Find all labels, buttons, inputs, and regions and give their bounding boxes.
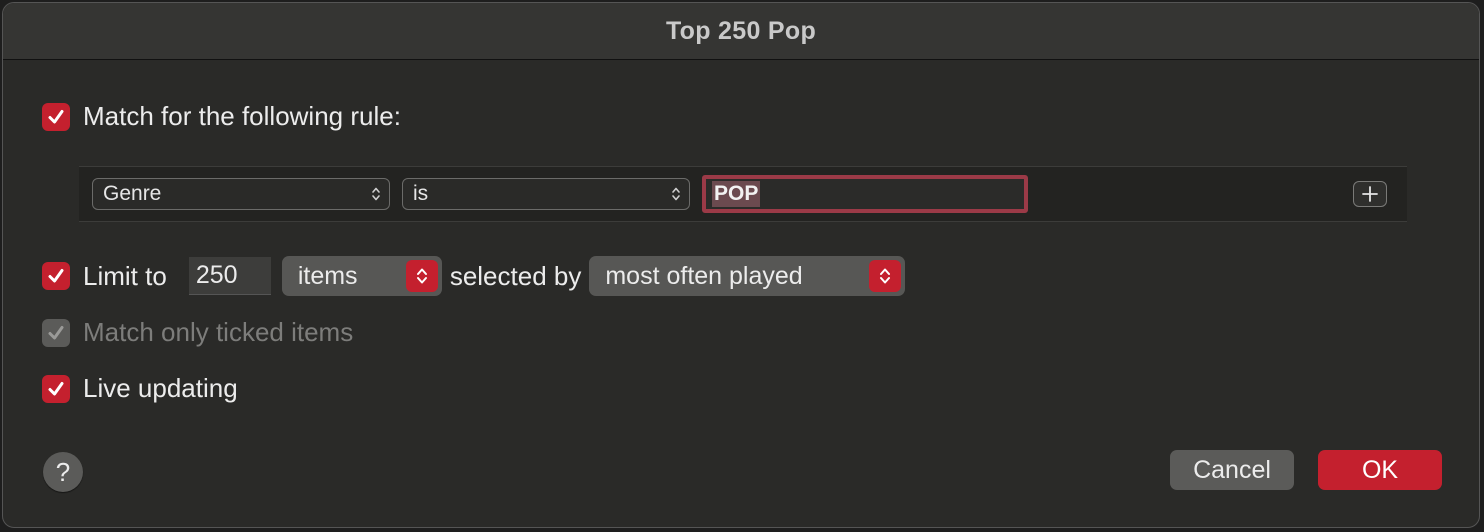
limit-label: Limit to (83, 260, 167, 291)
limit-checkbox[interactable] (42, 262, 70, 290)
rule-value-input[interactable]: POP (702, 175, 1028, 213)
ok-button[interactable]: OK (1318, 450, 1442, 490)
help-button[interactable]: ? (43, 452, 83, 492)
match-rule-row: Match for the following rule: (42, 101, 401, 132)
smart-playlist-dialog: Top 250 Pop Match for the following rule… (2, 2, 1480, 528)
live-updating-checkbox[interactable] (42, 374, 70, 403)
limit-unit-popup[interactable]: items (281, 256, 442, 296)
rule-operator-popup[interactable]: is (402, 178, 690, 210)
limit-row: Limit to 250 items selected by most ofte… (42, 256, 906, 296)
updown-chevron-icon (372, 187, 380, 201)
rule-field-popup[interactable]: Genre (92, 178, 390, 210)
selected-by-popup[interactable]: most often played (589, 256, 906, 296)
rule-value-text: POP (712, 181, 761, 207)
rule-row: Genre is POP (79, 166, 1407, 222)
limit-unit-value: items (297, 261, 358, 290)
selected-by-label: selected by (449, 260, 582, 291)
updown-stepper-icon (869, 260, 902, 292)
match-rule-checkbox[interactable] (42, 102, 70, 131)
checkmark-icon (48, 269, 64, 283)
add-rule-button[interactable] (1353, 181, 1387, 207)
checkmark-icon (48, 109, 64, 123)
match-ticked-label: Match only ticked items (83, 317, 354, 347)
live-updating-label: Live updating (83, 373, 238, 403)
match-ticked-checkbox[interactable] (42, 318, 70, 347)
title-bar: Top 250 Pop (3, 3, 1479, 60)
rule-operator-value: is (413, 182, 429, 205)
rule-field-value: Genre (103, 182, 162, 205)
selected-by-value: most often played (605, 261, 803, 290)
checkmark-icon (48, 325, 64, 339)
plus-icon (1362, 186, 1378, 202)
live-updating-row: Live updating (42, 373, 238, 404)
updown-stepper-icon (405, 260, 438, 292)
window-title: Top 250 Pop (665, 16, 817, 45)
limit-count-input[interactable]: 250 (188, 257, 271, 295)
match-rule-label: Match for the following rule: (83, 101, 401, 131)
cancel-button[interactable]: Cancel (1170, 450, 1294, 490)
updown-chevron-icon (672, 187, 680, 201)
checkmark-icon (48, 381, 64, 395)
match-ticked-row: Match only ticked items (42, 317, 353, 348)
